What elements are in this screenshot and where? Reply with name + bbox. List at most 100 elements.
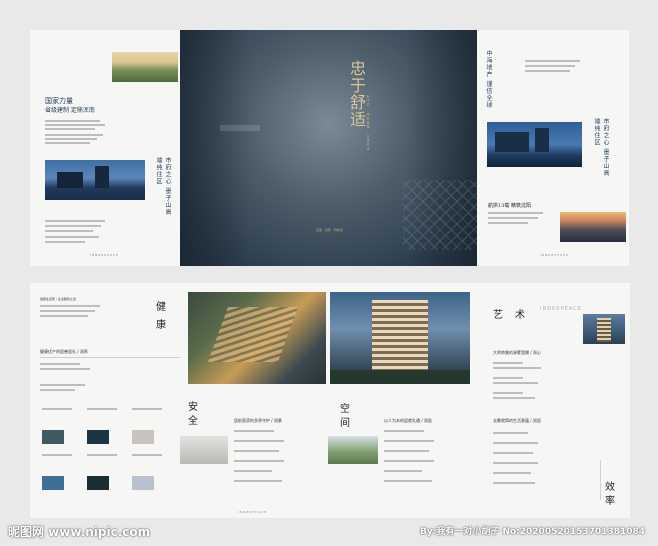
text-line xyxy=(45,120,100,122)
text-line xyxy=(493,367,541,369)
text-line xyxy=(384,440,434,442)
text-line xyxy=(493,382,538,384)
watermark-left: 昵图网 www.nipic.com xyxy=(8,525,151,539)
text-line xyxy=(493,462,538,464)
space-subtitle: 以人为本的居就礼遇 / 润居 xyxy=(384,418,432,423)
thumb-2 xyxy=(87,430,109,444)
thumb-6 xyxy=(132,476,154,490)
right-vertical-title-1: 中海地产 谨信全球 xyxy=(485,50,492,109)
text-line xyxy=(493,362,523,364)
text-line xyxy=(234,470,272,472)
health-subtitle: 健康优产的居善居礼 / 润养 xyxy=(40,349,88,354)
text-line xyxy=(234,430,274,432)
text-line xyxy=(234,460,284,462)
text-line xyxy=(525,70,570,72)
text-line xyxy=(493,472,531,474)
art-subtitle-2: 去繁就简的生活意蕴 / 润居 xyxy=(493,418,541,423)
text-line xyxy=(384,430,424,432)
text-line xyxy=(45,138,97,140)
text-line xyxy=(40,368,90,370)
text-line xyxy=(493,392,523,394)
text-line xyxy=(493,397,535,399)
thumb-3 xyxy=(132,430,154,444)
brand-bottom: INNERPEACE xyxy=(238,510,268,514)
text-line xyxy=(42,454,72,456)
art-char-1: 艺 xyxy=(493,310,503,321)
text-line xyxy=(384,470,422,472)
text-line xyxy=(87,454,117,456)
cover-bottom-text: 贝加 · 尚府 · 府井府 xyxy=(316,228,343,232)
aerial-render-photo xyxy=(188,292,326,384)
text-line xyxy=(45,134,103,136)
text-line xyxy=(493,442,538,444)
right-vertical-title-2: 市府之心 墨子山高端纯住区 xyxy=(593,118,609,177)
intro-label: 健康生活家 / 生活服务之道 xyxy=(40,297,76,301)
art-subtitle: 大师审美的源蒙宽赠 / 润心 xyxy=(493,350,541,355)
thumb-4 xyxy=(42,476,64,490)
text-line xyxy=(384,460,434,462)
text-line xyxy=(488,212,543,214)
text-line xyxy=(40,389,75,391)
text-line xyxy=(234,440,284,442)
text-line xyxy=(45,236,99,238)
left-vertical-title: 市府之心 墨子山高端纯住区 xyxy=(155,157,171,216)
text-line xyxy=(45,230,93,232)
text-line xyxy=(40,384,85,386)
eff-char-1: 效 xyxy=(605,482,615,493)
text-line xyxy=(45,124,105,126)
cover-title: 忠于舒适 xyxy=(347,60,366,128)
text-line xyxy=(45,142,90,144)
text-line xyxy=(45,225,101,227)
thumb-1 xyxy=(42,430,64,444)
text-line xyxy=(488,217,538,219)
safety-char-2: 全 xyxy=(188,416,198,427)
text-line xyxy=(45,241,85,243)
text-line xyxy=(493,452,533,454)
text-line xyxy=(132,408,162,410)
thumb-5 xyxy=(87,476,109,490)
brand-top-spread: INNERPEACE xyxy=(540,306,582,312)
text-line xyxy=(384,480,432,482)
text-line xyxy=(525,65,575,67)
tower-night-photo xyxy=(330,292,470,384)
text-line xyxy=(87,408,117,410)
text-line xyxy=(384,450,429,452)
city-aerial-photo xyxy=(560,212,626,242)
divider xyxy=(600,460,601,500)
divider xyxy=(40,357,180,358)
night-building-photo xyxy=(45,160,145,200)
space-char-2: 间 xyxy=(340,418,350,429)
tower-small-photo xyxy=(583,314,625,344)
art-char-2: 术 xyxy=(515,310,525,321)
safety-char-1: 安 xyxy=(188,402,198,413)
text-line xyxy=(45,220,105,222)
text-line xyxy=(493,482,535,484)
eff-char-2: 率 xyxy=(605,496,615,507)
landscape-photo-small xyxy=(112,52,178,82)
text-line xyxy=(488,222,528,224)
office-building-photo xyxy=(487,122,582,167)
interior-photo xyxy=(180,436,228,464)
text-line xyxy=(525,60,580,62)
brand-left: INNERPEACE xyxy=(90,253,120,257)
watermark-right: By:我有一对小胡子 No:20200520153701381084 xyxy=(420,527,646,537)
text-line xyxy=(234,480,282,482)
safety-subtitle: 居前直滨的多界守护 / 润景 xyxy=(234,418,282,423)
text-line xyxy=(40,315,88,317)
text-line xyxy=(42,408,72,410)
brand-right: INNERPEACE xyxy=(540,253,570,257)
text-line xyxy=(40,310,95,312)
cover-subline: 新中式 · 纯粹典雅 · 高级生活 xyxy=(366,95,370,151)
text-line xyxy=(132,454,162,456)
text-line xyxy=(234,450,279,452)
text-line xyxy=(493,432,528,434)
headline-province: 省级建制 定鼎浑南 xyxy=(45,107,95,114)
text-line xyxy=(40,305,100,307)
text-line xyxy=(40,363,80,365)
health-char-1: 健 xyxy=(156,302,166,313)
space-char-1: 空 xyxy=(340,404,350,415)
right-caption: 航拱13载 精筑沈阳 xyxy=(488,203,531,209)
text-line xyxy=(493,377,523,379)
health-char-2: 康 xyxy=(156,320,166,331)
garden-photo xyxy=(328,436,378,464)
